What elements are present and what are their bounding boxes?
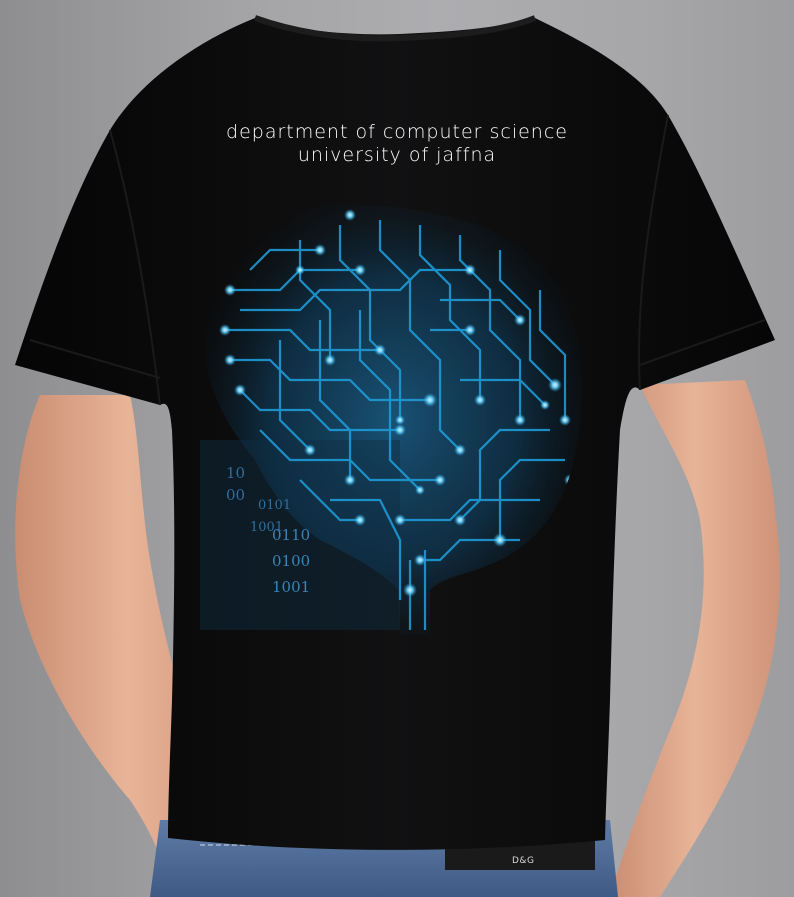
print-line-department: department of computer science — [226, 121, 568, 143]
binary-text: 0101 — [258, 498, 292, 513]
binary-text: 0110 — [272, 526, 311, 544]
binary-text: 0100 — [272, 552, 311, 570]
binary-text: 1001 — [272, 578, 311, 596]
belt-brand-label: D&G — [512, 856, 535, 866]
right-arm — [610, 380, 780, 897]
binary-text: 00 — [226, 486, 246, 504]
print-line-university: university of jaffna — [297, 144, 497, 166]
binary-text: 10 — [226, 464, 246, 482]
